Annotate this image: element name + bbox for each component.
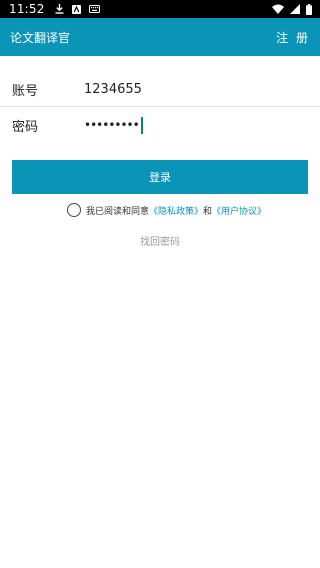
cellular-signal-icon (290, 4, 300, 14)
text-cursor (140, 116, 143, 134)
register-button[interactable]: 注 册 (276, 29, 310, 46)
agreement-conjunction: 和 (203, 206, 213, 217)
download-icon (55, 4, 64, 14)
password-value: ••••••••• (84, 118, 140, 132)
notification-icons (55, 4, 100, 14)
user-agreement-link[interactable]: 《用户协议》 (212, 204, 266, 217)
password-label: 密码 (12, 119, 39, 135)
status-time: 11:52 (9, 2, 45, 16)
account-label: 账号 (12, 83, 39, 99)
app-notification-icon (71, 4, 81, 14)
wifi-icon (272, 4, 284, 14)
agreement-prefix: 我已阅读和同意 (86, 206, 150, 217)
app-title: 论文翻译官 (10, 30, 71, 45)
keyboard-icon (88, 5, 100, 13)
agreement-radio[interactable] (67, 203, 81, 217)
privacy-policy-link[interactable]: 《隐私政策》 (149, 204, 203, 217)
app-bar: 论文翻译官 注 册 (0, 18, 320, 56)
login-button[interactable]: 登录 (12, 160, 308, 194)
agreement-row: 我已阅读和同意 《隐私政策》 和 《用户协议》 (67, 201, 266, 219)
account-row: 账号 (0, 72, 320, 106)
account-input[interactable] (84, 81, 304, 97)
status-bar: 11:52 (0, 0, 320, 18)
system-icons (272, 3, 312, 15)
password-row: 密码 ••••••••• (0, 107, 320, 143)
password-input[interactable]: ••••••••• (84, 116, 143, 134)
battery-icon (306, 3, 312, 15)
forgot-password-link[interactable]: 找回密码 (0, 233, 320, 248)
